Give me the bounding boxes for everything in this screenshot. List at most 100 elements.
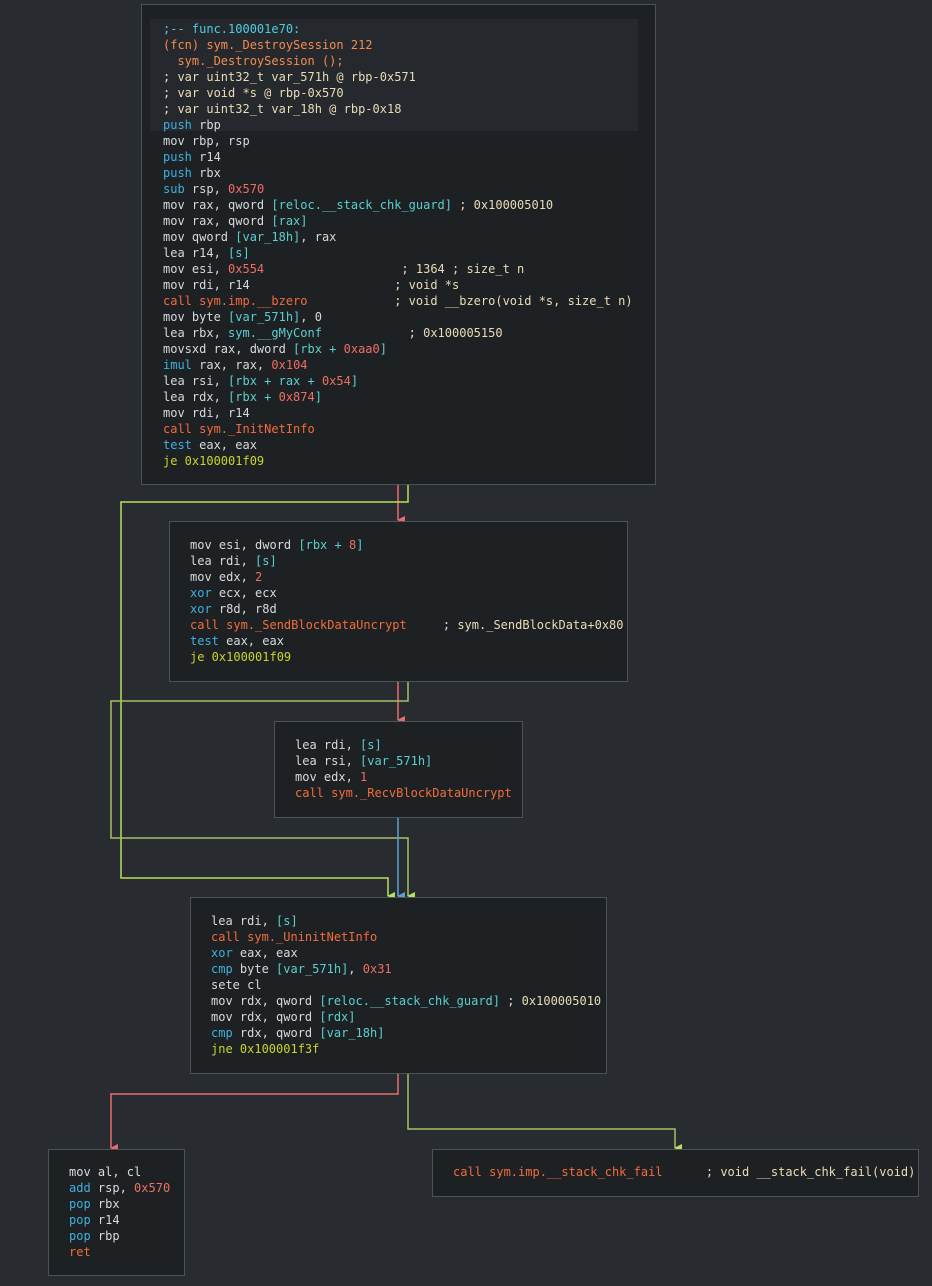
- asm-token-num: 0x104: [271, 358, 308, 372]
- asm-line[interactable]: mov rbp, rsp: [163, 133, 250, 149]
- code-block-send[interactable]: mov esi, dword [rbx + 8] lea rdi, [s] mov …: [169, 521, 628, 682]
- asm-line[interactable]: mov rax, qword [reloc.__stack_chk_guard]…: [163, 197, 553, 213]
- asm-token-text: mov rdx, qword: [211, 994, 320, 1008]
- asm-line[interactable]: xor ecx, ecx: [190, 585, 277, 601]
- asm-token-num: 0x554: [228, 262, 265, 276]
- asm-token-var: ]: [379, 342, 387, 356]
- asm-token-var: [rax]: [271, 214, 308, 228]
- asm-line[interactable]: lea rsi, [var_571h]: [295, 753, 432, 769]
- asm-token-var: [reloc.__stack_chk_guard]: [319, 994, 500, 1008]
- code-block-uninit[interactable]: lea rdi, [s] call sym._UninitNetInfo xor e…: [190, 897, 607, 1074]
- asm-line[interactable]: lea rdi, [s]: [211, 913, 298, 929]
- asm-line[interactable]: mov esi, 0x554 ; 1364 ; size_t n: [163, 261, 524, 277]
- asm-line[interactable]: mov rdx, qword [rdx]: [211, 1009, 356, 1025]
- asm-token-text: mov rdi, r14: [163, 278, 250, 292]
- asm-token-call: ret: [69, 1245, 91, 1259]
- asm-token-arith: imul: [163, 358, 192, 372]
- asm-line[interactable]: push r14: [163, 149, 221, 165]
- asm-line[interactable]: lea rdi, [s]: [190, 553, 277, 569]
- asm-token-text: mov rbp, rsp: [163, 134, 250, 148]
- asm-line[interactable]: imul rax, rax, 0x104: [163, 357, 308, 373]
- code-block-ret[interactable]: mov al, cl add rsp, 0x570 pop rbx pop r14 po…: [48, 1149, 185, 1276]
- asm-line[interactable]: mov rdi, r14 ; void *s: [163, 277, 459, 293]
- asm-line[interactable]: ;-- func.100001e70:: [163, 21, 300, 37]
- asm-token-call: call sym._UninitNetInfo: [211, 930, 378, 944]
- asm-token-text: rsp,: [90, 1181, 135, 1195]
- asm-line[interactable]: sub rsp, 0x570: [163, 181, 264, 197]
- asm-token-text: lea rsi,: [163, 374, 229, 388]
- asm-token-text: mov rdx, qword: [211, 1010, 320, 1024]
- asm-line[interactable]: cmp rdx, qword [var_18h]: [211, 1025, 384, 1041]
- asm-line[interactable]: pop rbx: [69, 1196, 120, 1212]
- asm-token-text: lea rdi,: [211, 914, 277, 928]
- asm-token-text: rbx: [191, 166, 221, 180]
- asm-line[interactable]: mov rdx, qword [reloc.__stack_chk_guard]…: [211, 993, 601, 1009]
- asm-line[interactable]: pop r14: [69, 1212, 120, 1228]
- asm-line[interactable]: (fcn) sym._DestroySession 212: [163, 37, 373, 53]
- asm-token-num: 0x874: [278, 390, 315, 404]
- edge-true-to-fail: [407, 1074, 682, 1152]
- asm-line[interactable]: call sym._InitNetInfo: [163, 421, 315, 437]
- asm-line[interactable]: add rsp, 0x570: [69, 1180, 170, 1196]
- asm-line[interactable]: xor eax, eax: [211, 945, 298, 961]
- asm-line[interactable]: call sym.imp.__bzero ; void __bzero(void…: [163, 293, 633, 309]
- asm-line[interactable]: movsxd rax, dword [rbx + 0xaa0]: [163, 341, 387, 357]
- asm-line[interactable]: call sym._UninitNetInfo: [211, 929, 377, 945]
- asm-line[interactable]: lea rsi, [rbx + rax + 0x54]: [163, 373, 358, 389]
- asm-line[interactable]: sete cl: [211, 977, 262, 993]
- asm-token-arith: sub: [163, 182, 185, 196]
- asm-token-text: rbp: [90, 1229, 120, 1243]
- asm-line[interactable]: mov byte [var_571h], 0: [163, 309, 322, 325]
- asm-line[interactable]: cmp byte [var_571h], 0x31: [211, 961, 392, 977]
- asm-token-text: eax, eax: [232, 946, 298, 960]
- asm-line[interactable]: ret: [69, 1244, 91, 1260]
- asm-line[interactable]: ; var void *s @ rbp-0x570: [163, 85, 344, 101]
- asm-token-var: [rdx]: [319, 1010, 356, 1024]
- asm-line[interactable]: mov qword [var_18h], rax: [163, 229, 336, 245]
- asm-line[interactable]: push rbx: [163, 165, 221, 181]
- code-block-recv[interactable]: lea rdi, [s] lea rsi, [var_571h] mov edx, …: [274, 721, 523, 818]
- asm-line[interactable]: lea rdx, [rbx + 0x874]: [163, 389, 322, 405]
- asm-token-text: , rax: [300, 230, 337, 244]
- asm-line[interactable]: xor r8d, r8d: [190, 601, 277, 617]
- asm-line[interactable]: lea rbx, sym.__gMyConf ; 0x100005150: [163, 325, 503, 341]
- asm-line[interactable]: mov esi, dword [rbx + 8]: [190, 537, 363, 553]
- asm-line[interactable]: mov rdi, r14: [163, 405, 250, 421]
- asm-line[interactable]: jne 0x100001f3f: [211, 1041, 319, 1057]
- asm-line[interactable]: ; var uint32_t var_571h @ rbp-0x571: [163, 69, 416, 85]
- code-block-func-entry[interactable]: ;-- func.100001e70: (fcn) sym._DestroySes…: [141, 4, 656, 485]
- asm-line[interactable]: sym._DestroySession ();: [163, 53, 343, 69]
- asm-line[interactable]: je 0x100001f09: [190, 649, 291, 665]
- asm-line[interactable]: lea r14, [s]: [163, 245, 250, 261]
- asm-line[interactable]: je 0x100001f09: [163, 453, 264, 469]
- asm-token-var: sym.__gMyConf: [228, 326, 322, 340]
- asm-token-text: rsp,: [184, 182, 229, 196]
- asm-line[interactable]: mov edx, 1: [295, 769, 367, 785]
- asm-token-num: 0x31: [362, 962, 392, 976]
- asm-token-text: mov edx,: [295, 770, 361, 784]
- asm-line[interactable]: test eax, eax: [190, 633, 284, 649]
- asm-line[interactable]: test eax, eax: [163, 437, 257, 453]
- asm-token-text: lea rdx,: [163, 390, 229, 404]
- asm-token-text: r14: [90, 1213, 120, 1227]
- asm-line[interactable]: lea rdi, [s]: [295, 737, 382, 753]
- asm-line[interactable]: call sym._SendBlockDataUncrypt ; sym._Se…: [190, 617, 624, 633]
- asm-token-text: rax, rax,: [191, 358, 272, 372]
- asm-line[interactable]: mov rax, qword [rax]: [163, 213, 308, 229]
- asm-line[interactable]: ; var uint32_t var_18h @ rbp-0x18: [163, 101, 401, 117]
- asm-line[interactable]: push rbp: [163, 117, 221, 133]
- asm-line[interactable]: call sym.imp.__stack_chk_fail ; void __s…: [453, 1164, 915, 1180]
- asm-line[interactable]: pop rbp: [69, 1228, 120, 1244]
- asm-token-text: mov esi,: [163, 262, 229, 276]
- asm-token-text: lea rbx,: [163, 326, 229, 340]
- asm-line[interactable]: call sym._RecvBlockDataUncrypt: [295, 785, 512, 801]
- asm-token-var: [s]: [276, 914, 298, 928]
- code-block-stack-chk-fail[interactable]: call sym.imp.__stack_chk_fail ; void __s…: [432, 1149, 919, 1197]
- asm-token-text: mov rdi, r14: [163, 406, 250, 420]
- asm-token-arith: pop: [69, 1213, 91, 1227]
- asm-token-text: lea rdi,: [295, 738, 361, 752]
- asm-token-arith: pop: [69, 1229, 91, 1243]
- asm-line[interactable]: mov edx, 2: [190, 569, 262, 585]
- asm-token-cmt: ; var uint32_t var_18h @ rbp-0x18: [163, 102, 402, 116]
- asm-line[interactable]: mov al, cl: [69, 1164, 141, 1180]
